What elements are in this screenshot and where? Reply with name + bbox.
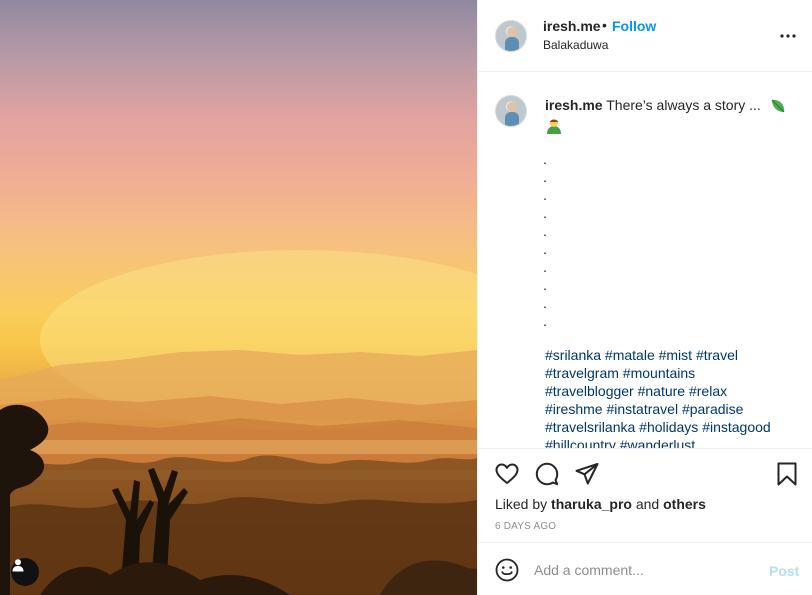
smiley-icon[interactable] bbox=[494, 557, 520, 583]
share-icon[interactable] bbox=[574, 461, 600, 487]
comment-icon[interactable] bbox=[534, 461, 560, 487]
hashtag-line[interactable]: #travelsrilanka #holidays #instagood bbox=[545, 418, 785, 436]
caption-dot: . bbox=[543, 277, 547, 293]
follow-button[interactable]: Follow bbox=[612, 18, 656, 34]
hashtag-line[interactable]: #ireshme #instatravel #paradise bbox=[545, 400, 785, 418]
caption-dot: . bbox=[543, 151, 547, 167]
caption-avatar[interactable] bbox=[495, 95, 527, 127]
caption-dot: . bbox=[543, 295, 547, 311]
leaf-emoji-icon bbox=[771, 99, 785, 113]
user-tag-button[interactable] bbox=[11, 558, 39, 586]
post-header: iresh.me • Follow Balakaduwa bbox=[478, 0, 812, 72]
caption-text: There’s always a story ... bbox=[606, 97, 761, 113]
heart-icon[interactable] bbox=[494, 461, 520, 487]
user-tag-icon bbox=[12, 559, 24, 572]
more-horizontal-icon[interactable] bbox=[778, 26, 798, 46]
location-link[interactable]: Balakaduwa bbox=[543, 38, 608, 52]
sunrise-landscape-image bbox=[0, 250, 477, 595]
caption-username[interactable]: iresh.me bbox=[545, 97, 603, 113]
caption-dot: . bbox=[543, 205, 547, 221]
bookmark-icon[interactable] bbox=[774, 461, 800, 487]
hashtag-line[interactable]: #travelgram #mountains bbox=[545, 364, 785, 382]
comments-section[interactable]: iresh.me There’s always a story ... . . … bbox=[478, 72, 812, 448]
caption-dots: . . . . . . . . . . bbox=[543, 150, 547, 330]
person-emoji-icon bbox=[547, 119, 561, 135]
likes-summary: Liked by tharuka_pro and others bbox=[495, 496, 706, 512]
liked-by-and: and bbox=[635, 496, 660, 512]
hashtag-line[interactable]: #hillcountry #wanderlust bbox=[545, 436, 785, 448]
avatar[interactable] bbox=[495, 20, 527, 52]
post-photo[interactable] bbox=[0, 0, 477, 595]
caption-dot: . bbox=[543, 169, 547, 185]
caption-dot: . bbox=[543, 241, 547, 257]
hashtags: #srilanka #matale #mist #travel #travelg… bbox=[545, 346, 785, 448]
post-comment-button[interactable]: Post bbox=[769, 563, 799, 579]
comment-input[interactable] bbox=[534, 557, 754, 583]
caption-dot: . bbox=[543, 187, 547, 203]
liked-by-others-link[interactable]: others bbox=[663, 496, 706, 512]
caption-dot: . bbox=[543, 223, 547, 239]
separator-dot: • bbox=[602, 17, 607, 33]
post-details-panel: iresh.me • Follow Balakaduwa iresh.me Th… bbox=[477, 0, 812, 595]
caption: iresh.me There’s always a story ... bbox=[545, 96, 795, 135]
liked-by-user-link[interactable]: tharuka_pro bbox=[551, 496, 632, 512]
post-actions: Liked by tharuka_pro and others 6 DAYS A… bbox=[478, 448, 812, 542]
username-link[interactable]: iresh.me bbox=[543, 18, 601, 34]
liked-by-prefix: Liked by bbox=[495, 496, 548, 512]
add-comment-bar: Post bbox=[478, 542, 812, 595]
caption-dot: . bbox=[543, 259, 547, 275]
caption-dot: . bbox=[543, 313, 547, 329]
hashtag-line[interactable]: #srilanka #matale #mist #travel bbox=[545, 346, 785, 364]
hashtag-line[interactable]: #travelblogger #nature #relax bbox=[545, 382, 785, 400]
post-date[interactable]: 6 DAYS AGO bbox=[495, 521, 556, 532]
